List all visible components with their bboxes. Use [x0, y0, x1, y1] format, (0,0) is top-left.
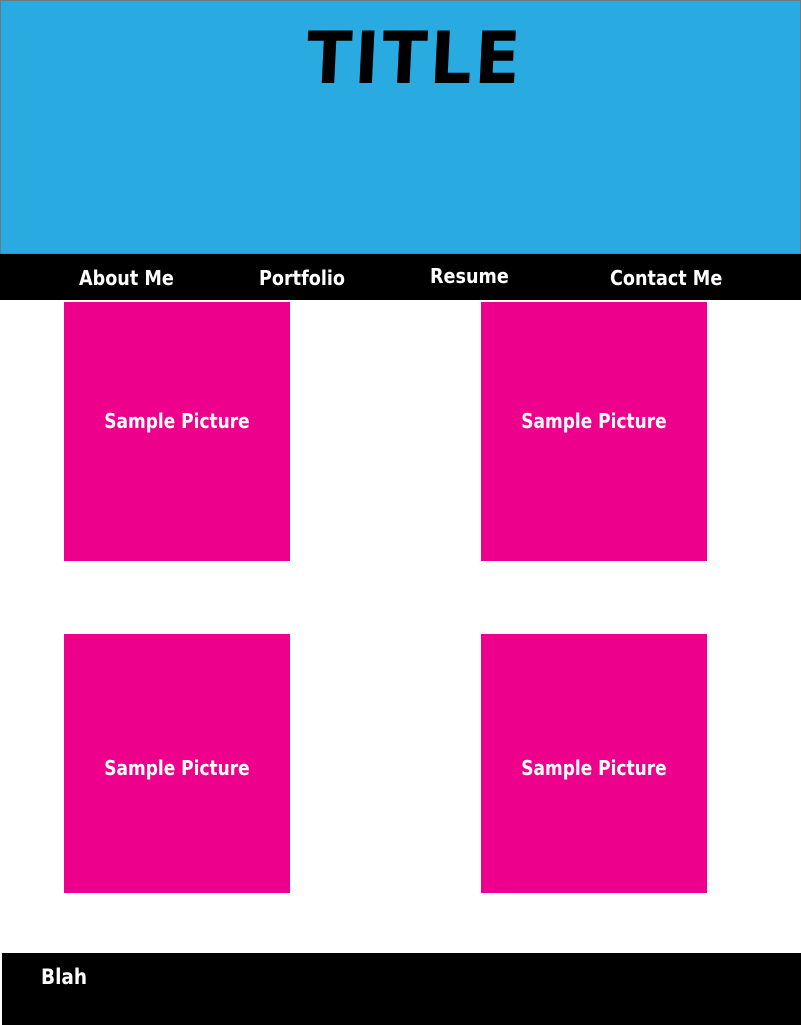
- sample-picture-tile[interactable]: Sample Picture: [481, 634, 707, 893]
- nav-bar: About Me Portfolio Resume Contact Me: [0, 254, 801, 300]
- sample-picture-label: Sample Picture: [521, 409, 667, 433]
- sample-picture-label: Sample Picture: [521, 756, 667, 780]
- sample-picture-tile[interactable]: Sample Picture: [64, 302, 290, 561]
- nav-item-contact-me[interactable]: Contact Me: [610, 254, 722, 300]
- sample-picture-tile[interactable]: Sample Picture: [64, 634, 290, 893]
- sample-picture-label: Sample Picture: [104, 756, 250, 780]
- page-title: TITLE: [304, 16, 525, 100]
- sample-picture-tile[interactable]: Sample Picture: [481, 302, 707, 561]
- page-footer: Blah: [2, 953, 801, 1025]
- nav-item-resume[interactable]: Resume: [430, 252, 509, 298]
- footer-text: Blah: [41, 965, 88, 989]
- nav-item-about-me[interactable]: About Me: [79, 254, 174, 300]
- sample-picture-label: Sample Picture: [104, 409, 250, 433]
- page-header: TITLE: [0, 0, 801, 254]
- nav-item-portfolio[interactable]: Portfolio: [259, 254, 345, 300]
